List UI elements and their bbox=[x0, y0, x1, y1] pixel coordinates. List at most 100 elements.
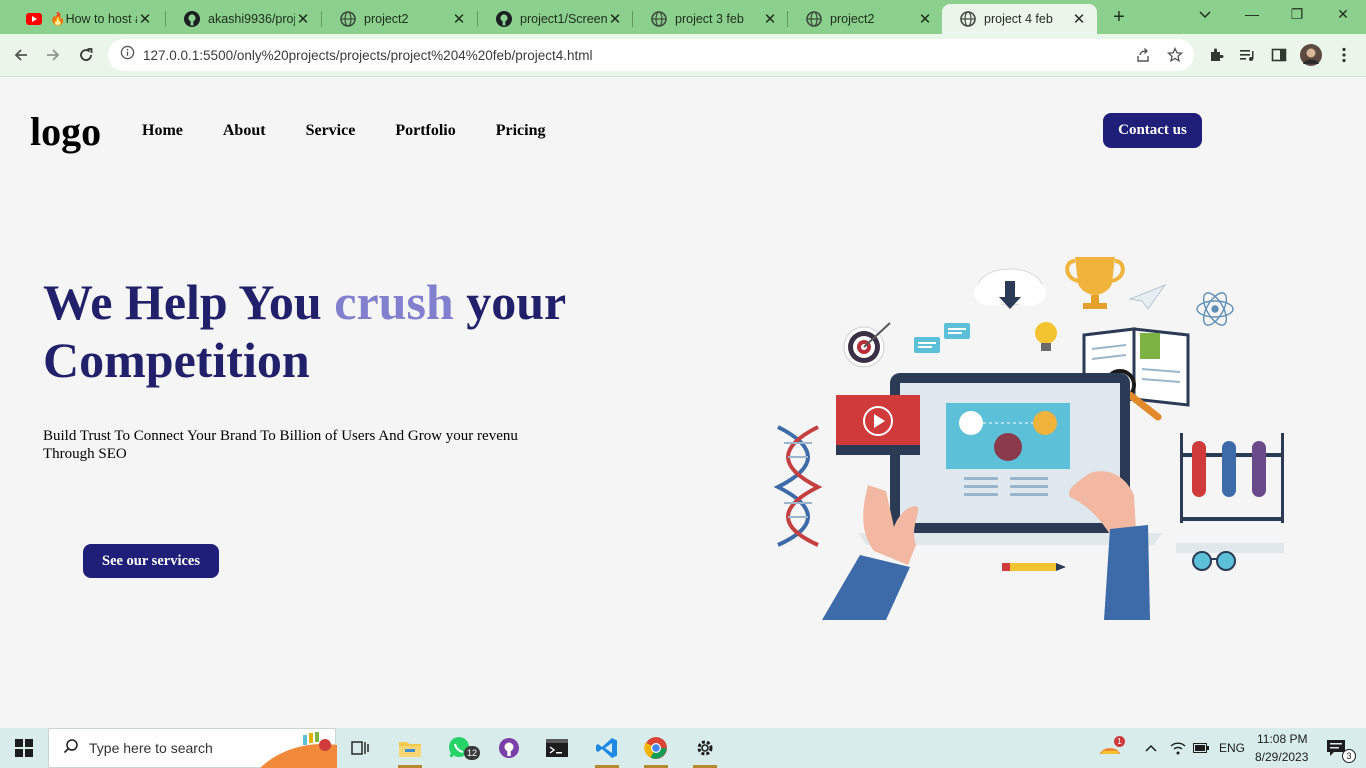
globe-icon bbox=[806, 11, 822, 27]
close-icon[interactable]: ✕ bbox=[917, 10, 933, 28]
trophy-icon bbox=[1065, 257, 1125, 309]
whatsapp-badge: 12 bbox=[464, 746, 480, 760]
info-icon[interactable] bbox=[120, 45, 135, 65]
ruler-glasses-icon bbox=[1176, 543, 1284, 571]
tab-title: project 4 feb bbox=[984, 12, 1053, 26]
video-player-icon bbox=[836, 395, 920, 455]
globe-icon bbox=[960, 11, 976, 27]
wifi-icon[interactable] bbox=[1166, 728, 1190, 768]
tab-title: project 3 feb bbox=[675, 12, 744, 26]
contact-us-button[interactable]: Contact us bbox=[1103, 113, 1202, 148]
taskbar-search-input[interactable]: Type here to search bbox=[48, 728, 337, 768]
side-panel-icon[interactable] bbox=[1266, 42, 1292, 68]
tab-github-akashi[interactable]: akashi9936/proje ✕ bbox=[166, 4, 321, 34]
tab-title: 🔥How to host a bbox=[50, 11, 137, 26]
github-icon bbox=[496, 11, 512, 27]
notification-center-icon[interactable]: 3 bbox=[1316, 728, 1356, 768]
close-icon[interactable]: ✕ bbox=[1071, 10, 1087, 28]
dna-icon bbox=[773, 425, 823, 547]
chrome-icon[interactable] bbox=[636, 728, 676, 768]
tab-project4-active[interactable]: project 4 feb ✕ bbox=[942, 4, 1097, 34]
browser-toolbar: 127.0.0.1:5500/only%20projects/projects/… bbox=[0, 34, 1366, 77]
close-window-button[interactable]: ✕ bbox=[1333, 6, 1353, 23]
bookmark-star-icon[interactable] bbox=[1166, 46, 1184, 64]
globe-icon bbox=[340, 11, 356, 27]
hero-title-part1: We Help You bbox=[43, 274, 335, 330]
hero-title-accent: crush bbox=[334, 274, 454, 330]
extensions-icon[interactable] bbox=[1203, 42, 1229, 68]
chevron-up-icon[interactable] bbox=[1133, 728, 1169, 768]
github-desktop-icon[interactable] bbox=[489, 728, 529, 768]
settings-gear-icon[interactable] bbox=[685, 728, 725, 768]
new-tab-button[interactable]: + bbox=[1108, 6, 1130, 29]
nav-about[interactable]: About bbox=[223, 122, 266, 140]
hero-title: We Help You crush your Competition bbox=[43, 273, 603, 389]
youtube-icon bbox=[26, 11, 42, 27]
minimize-button[interactable]: — bbox=[1242, 6, 1262, 22]
notification-badge: 3 bbox=[1342, 749, 1356, 763]
close-icon[interactable]: ✕ bbox=[607, 10, 623, 28]
windows-taskbar: Type here to search 12 1 ENG 11:08 PM 8/… bbox=[0, 728, 1366, 768]
back-button[interactable] bbox=[8, 42, 34, 68]
weather-tray-icon[interactable]: 1 bbox=[1090, 728, 1130, 768]
nav-home[interactable]: Home bbox=[142, 122, 183, 140]
search-icon bbox=[63, 738, 79, 759]
menu-kebab-icon[interactable] bbox=[1331, 42, 1357, 68]
file-explorer-icon[interactable] bbox=[390, 728, 430, 768]
clock-date[interactable]: 8/29/2023 bbox=[1255, 750, 1308, 764]
tab-title: project2 bbox=[830, 12, 875, 26]
main-nav: Home About Service Portfolio Pricing bbox=[142, 122, 586, 140]
share-icon[interactable] bbox=[1134, 46, 1152, 64]
reload-button[interactable] bbox=[73, 42, 99, 68]
nav-service[interactable]: Service bbox=[306, 122, 356, 140]
target-icon bbox=[843, 322, 891, 368]
close-icon[interactable]: ✕ bbox=[762, 10, 778, 28]
close-icon[interactable]: ✕ bbox=[137, 10, 153, 28]
web-page: logo Home About Service Portfolio Pricin… bbox=[0, 77, 1366, 728]
url-text: 127.0.0.1:5500/only%20projects/projects/… bbox=[143, 47, 593, 63]
pencil-icon bbox=[1002, 563, 1066, 571]
tab-search-chevron-icon[interactable] bbox=[1195, 6, 1215, 22]
clock-time[interactable]: 11:08 PM bbox=[1257, 732, 1307, 746]
tab-github-project1[interactable]: project1/Screens ✕ bbox=[478, 4, 633, 34]
seo-illustration bbox=[773, 257, 1284, 620]
cloud-download-icon bbox=[974, 268, 1046, 309]
nav-portfolio[interactable]: Portfolio bbox=[395, 122, 455, 140]
hero-subtitle: Build Trust To Connect Your Brand To Bil… bbox=[43, 428, 518, 462]
site-logo[interactable]: logo bbox=[30, 108, 101, 155]
whatsapp-icon[interactable]: 12 bbox=[440, 728, 480, 768]
light-bulb-icon bbox=[1035, 322, 1057, 351]
tab-project2-second[interactable]: project2 ✕ bbox=[788, 4, 943, 34]
chat-bubbles-icon bbox=[914, 323, 970, 353]
search-highlight-icon bbox=[259, 729, 337, 768]
restore-button[interactable]: ❐ bbox=[1287, 6, 1307, 23]
profile-avatar[interactable] bbox=[1298, 42, 1324, 68]
paper-plane-icon bbox=[1128, 283, 1167, 310]
start-button[interactable] bbox=[4, 728, 44, 768]
address-bar[interactable]: 127.0.0.1:5500/only%20projects/projects/… bbox=[108, 39, 1194, 71]
vscode-icon[interactable] bbox=[587, 728, 627, 768]
tab-title: project1/Screens bbox=[520, 12, 607, 26]
task-view-icon[interactable] bbox=[340, 728, 380, 768]
tab-project2[interactable]: project2 ✕ bbox=[322, 4, 477, 34]
tab-title: akashi9936/proje bbox=[208, 12, 295, 26]
see-services-button[interactable]: See our services bbox=[83, 544, 219, 578]
atom-icon bbox=[1196, 292, 1234, 326]
search-placeholder: Type here to search bbox=[89, 740, 213, 756]
media-control-icon[interactable] bbox=[1234, 42, 1260, 68]
github-icon bbox=[184, 11, 200, 27]
tab-strip: 🔥How to host a ✕ akashi9936/proje ✕ proj… bbox=[0, 0, 1366, 34]
tab-project3[interactable]: project 3 feb ✕ bbox=[633, 4, 788, 34]
terminal-icon[interactable] bbox=[537, 728, 577, 768]
language-indicator[interactable]: ENG bbox=[1219, 741, 1245, 755]
globe-icon bbox=[651, 11, 667, 27]
test-tubes-icon bbox=[1180, 433, 1284, 523]
tab-youtube[interactable]: 🔥How to host a ✕ bbox=[8, 4, 163, 34]
weather-badge: 1 bbox=[1114, 736, 1125, 747]
forward-button[interactable] bbox=[40, 42, 66, 68]
nav-pricing[interactable]: Pricing bbox=[496, 122, 546, 140]
tab-title: project2 bbox=[364, 12, 409, 26]
close-icon[interactable]: ✕ bbox=[451, 10, 467, 28]
battery-icon[interactable] bbox=[1189, 728, 1213, 768]
close-icon[interactable]: ✕ bbox=[295, 10, 311, 28]
